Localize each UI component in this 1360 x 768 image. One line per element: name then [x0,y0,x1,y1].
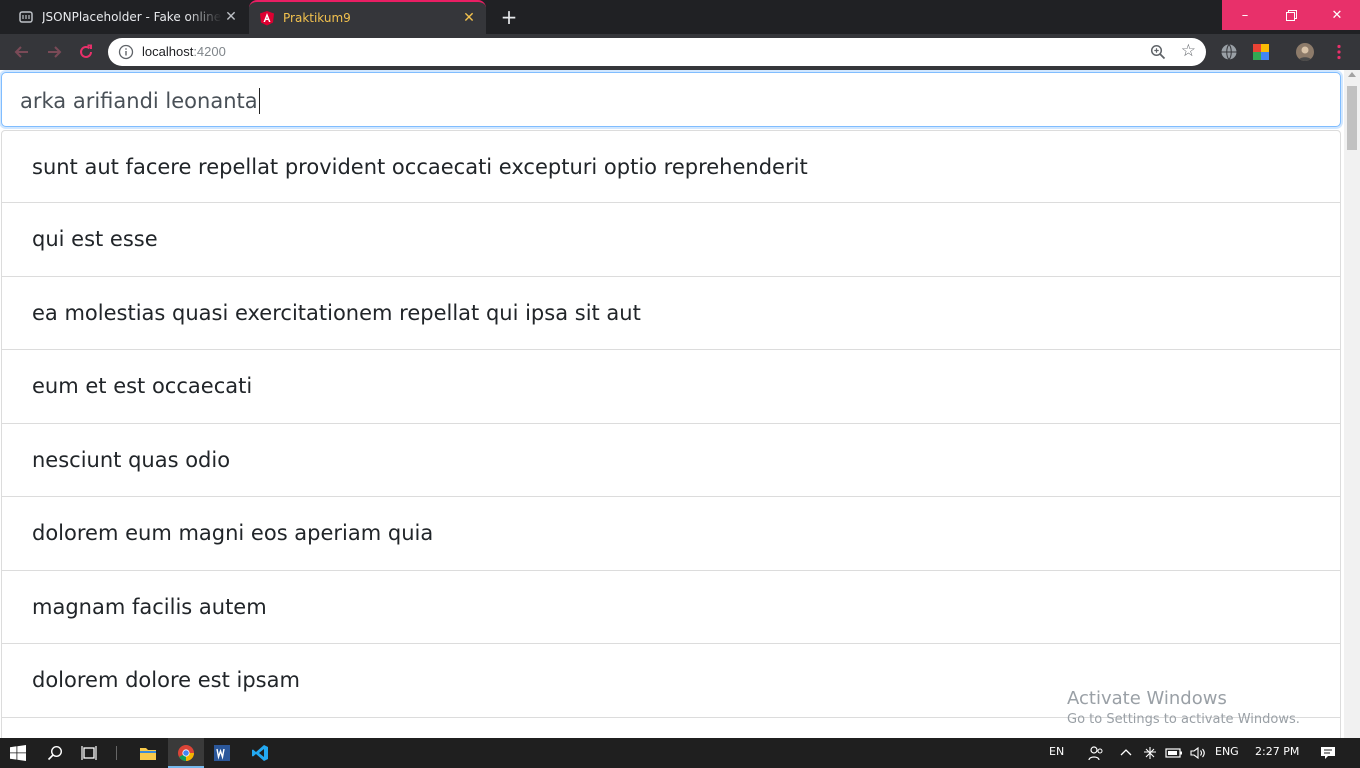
angular-icon [259,10,275,26]
vscode-icon[interactable] [250,743,270,763]
url-host: localhost [142,44,194,59]
search-icon[interactable] [45,743,65,763]
jsonplaceholder-icon [18,9,34,25]
page-scrollbar[interactable] [1344,70,1360,738]
post-list: sunt aut facere repellat provident occae… [1,130,1341,738]
post-title: eum et est occaecati [32,374,253,399]
browser-toolbar: localhost:4200 ☆ [0,34,1360,70]
reload-icon[interactable] [75,41,97,63]
post-title: nesciunt quas odio [32,447,231,472]
profile-avatar[interactable] [1296,43,1314,61]
tab-title: JSONPlaceholder - Fake online REST API [42,10,222,24]
scrollbar-thumb[interactable] [1347,86,1357,150]
url-port: :4200 [193,44,226,59]
close-window-button[interactable]: ✕ [1314,0,1360,30]
search-input-value: arka arifiandi leonanta [20,88,260,114]
page-content: arka arifiandi leonanta sunt aut facere … [0,70,1344,738]
post-title: dolorem eum magni eos aperiam quia [32,521,434,546]
list-item[interactable]: sunt aut facere repellat provident occae… [1,130,1341,203]
bookmark-star-icon[interactable]: ☆ [1181,42,1196,60]
list-item[interactable]: qui est esse [1,203,1341,277]
activate-windows-watermark: Activate Windows Go to Settings to activ… [1067,688,1300,727]
post-title: sunt aut facere repellat provident occae… [32,154,808,179]
back-arrow-icon[interactable] [11,41,33,63]
text-caret [258,88,260,114]
windows-taskbar: EN ENG 2:27 PM [0,738,1360,768]
post-title: magnam facilis autem [32,594,267,619]
search-input[interactable]: arka arifiandi leonanta [1,72,1341,127]
new-tab-button[interactable]: + [498,6,520,28]
address-bar[interactable]: localhost:4200 ☆ [108,38,1206,66]
notifications-icon[interactable] [1318,743,1338,763]
taskbar-divider [116,746,117,760]
post-title: qui est esse [32,227,158,252]
post-title: dolorem dolore est ipsam [32,668,300,693]
language-indicator[interactable]: EN [1049,745,1064,758]
volume-icon[interactable] [1188,743,1208,763]
clock[interactable]: 2:27 PM [1255,745,1299,758]
tab-jsonplaceholder[interactable]: JSONPlaceholder - Fake online REST API ✕ [8,0,248,34]
minimize-button[interactable]: – [1222,0,1268,30]
extension-icon[interactable] [1252,43,1270,61]
info-icon[interactable] [118,44,134,60]
restore-button[interactable] [1268,0,1314,30]
network-icon[interactable] [1140,743,1160,763]
word-icon[interactable] [212,743,232,763]
battery-icon[interactable] [1164,743,1184,763]
post-title: ea molestias quasi exercitationem repell… [32,300,641,325]
list-item[interactable]: magnam facilis autem [1,570,1341,644]
browser-title-bar: JSONPlaceholder - Fake online REST API ✕… [0,0,1360,34]
globe-extension-icon[interactable] [1220,43,1238,61]
menu-dots-icon[interactable] [1330,43,1348,61]
close-icon[interactable]: ✕ [222,8,240,26]
window-controls: – ✕ [1222,0,1360,30]
tab-title: Praktikum9 [283,11,351,25]
chevron-up-icon[interactable] [1116,743,1136,763]
windows-start-icon[interactable] [8,743,28,763]
watermark-subtitle: Go to Settings to activate Windows. [1067,712,1300,727]
scroll-up-arrow-icon[interactable] [1348,72,1356,77]
people-icon[interactable] [1086,743,1106,763]
tab-praktikum9[interactable]: Praktikum9 ✕ [249,0,486,34]
list-item[interactable]: nesciunt quas odio [1,423,1341,497]
input-method[interactable]: ENG [1215,745,1239,758]
watermark-title: Activate Windows [1067,688,1227,709]
chrome-icon[interactable] [176,743,196,763]
list-item[interactable]: dolorem eum magni eos aperiam quia [1,497,1341,571]
file-explorer-icon[interactable] [138,743,158,763]
forward-arrow-icon[interactable] [43,41,65,63]
url-text: localhost:4200 [142,44,226,59]
search-text: arka arifiandi leonanta [20,89,258,113]
task-view-icon[interactable] [80,743,100,763]
close-icon[interactable]: ✕ [460,9,478,27]
list-item[interactable]: ea molestias quasi exercitationem repell… [1,276,1341,350]
zoom-icon[interactable] [1150,44,1166,64]
list-item[interactable]: eum et est occaecati [1,350,1341,424]
